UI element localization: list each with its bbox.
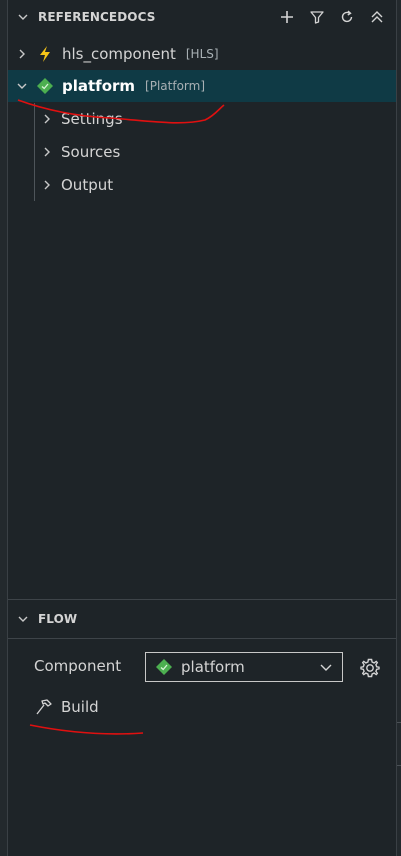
component-select-value: platform [181,658,245,676]
add-icon[interactable] [277,7,297,27]
hammer-icon [34,697,54,717]
build-label: Build [61,698,99,716]
tree-item-label: hls_component [62,45,176,63]
underline-build [29,724,144,735]
filter-icon[interactable] [307,7,327,27]
build-action[interactable]: Build [34,697,99,717]
side-panel: REFERENCEDOCS hls_component [HLS] platfo… [0,0,401,856]
tree-item-sources[interactable]: Sources [8,136,396,168]
tree-item-label: platform [62,77,136,95]
tree-item-output[interactable]: Output [8,169,396,201]
section-divider [8,638,396,639]
component-label: Component [34,657,121,675]
tree-item-settings[interactable]: Settings [8,103,396,135]
chevron-right-icon[interactable] [39,111,55,127]
chevron-down-icon[interactable] [14,78,30,94]
referencedocs-actions [277,0,387,33]
collapse-all-icon[interactable] [367,7,387,27]
section-title: FLOW [38,611,78,626]
activity-bar-edge [0,0,8,856]
tree-item-label: Settings [61,110,123,128]
chevron-right-icon[interactable] [39,177,55,193]
refresh-icon[interactable] [337,7,357,27]
chevron-down-icon [318,659,334,675]
tree-item-tag: [HLS] [185,47,219,61]
editor-edge [396,0,401,856]
platform-icon [36,77,54,95]
gear-icon[interactable] [358,656,382,680]
flow-header[interactable]: FLOW [8,602,396,635]
component-select[interactable]: platform [145,652,343,682]
component-label-text: Component [34,657,122,675]
tree-item-hls-component[interactable]: hls_component [HLS] [8,38,396,70]
tree-item-platform[interactable]: platform [Platform] [8,70,396,102]
chevron-right-icon[interactable] [14,46,30,62]
section-divider [8,599,396,600]
section-title: REFERENCEDOCS [38,9,156,24]
tree-item-tag: [Platform] [145,79,206,93]
chevron-right-icon[interactable] [39,144,55,160]
chevron-down-icon [16,10,30,24]
platform-icon [155,658,173,676]
lightning-icon [36,45,54,63]
tree-item-label: Sources [61,143,121,161]
tree-item-label: Output [61,176,114,194]
chevron-down-icon [16,612,30,626]
